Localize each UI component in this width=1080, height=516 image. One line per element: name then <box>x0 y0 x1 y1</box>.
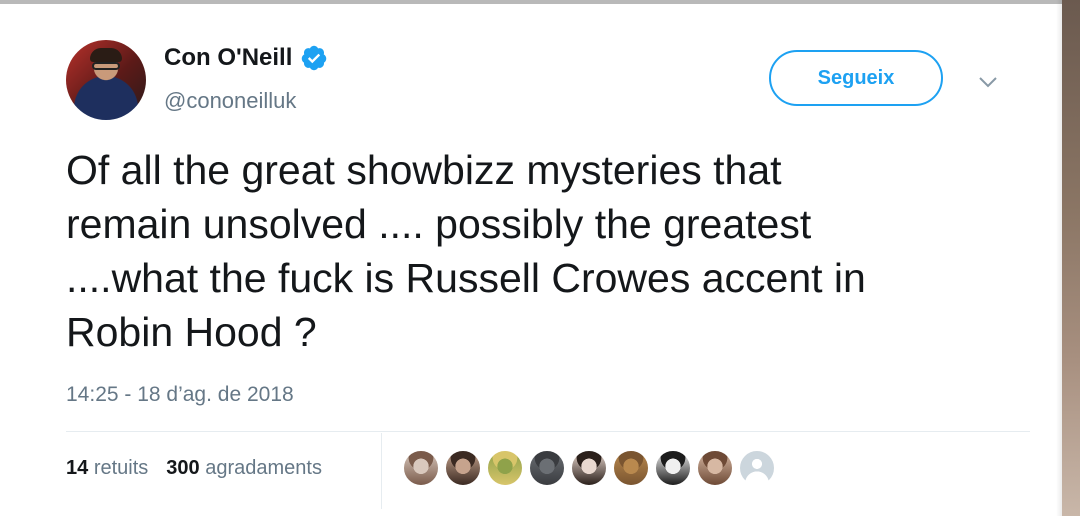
stats-vertical-divider <box>381 433 382 509</box>
liker-avatars <box>402 449 776 487</box>
retweets-label: retuits <box>93 457 149 479</box>
retweets-count: 14 <box>66 457 89 479</box>
follow-button[interactable]: Segueix <box>769 50 943 106</box>
liker-avatar-4[interactable] <box>528 449 566 487</box>
tweet-timestamp[interactable]: 14:25 - 18 d’ag. de 2018 <box>66 383 294 407</box>
likes-label: agradaments <box>205 457 322 479</box>
chevron-down-icon[interactable] <box>976 70 1000 94</box>
liker-avatar-1[interactable] <box>402 449 440 487</box>
avatar-glasses <box>92 62 120 70</box>
verified-badge-icon <box>302 45 327 71</box>
profile-avatar[interactable] <box>66 40 146 120</box>
liker-avatar-9[interactable] <box>738 449 776 487</box>
tweet-stats: 14 retuits 300 agradaments <box>66 457 322 480</box>
liker-avatar-8[interactable] <box>696 449 734 487</box>
user-handle[interactable]: @cononeilluk <box>164 88 296 114</box>
retweets-stat[interactable]: 14 retuits <box>66 457 148 480</box>
liker-avatar-6[interactable] <box>612 449 650 487</box>
avatar-hair <box>90 48 122 62</box>
display-name[interactable]: Con O'Neill <box>164 44 292 72</box>
liker-avatar-3[interactable] <box>486 449 524 487</box>
background-strip <box>1062 0 1080 516</box>
likes-stat[interactable]: 300 agradaments <box>166 457 322 480</box>
tweet-text: Of all the great showbizz mysteries that… <box>66 147 866 355</box>
likes-count: 300 <box>166 457 200 479</box>
liker-avatar-2[interactable] <box>444 449 482 487</box>
liker-avatar-5[interactable] <box>570 449 608 487</box>
author-name-row[interactable]: Con O'Neill <box>164 42 328 74</box>
stats-divider <box>66 431 1030 432</box>
tweet-screenshot: Con O'Neill @cononeilluk Segueix Of all … <box>0 0 1080 516</box>
liker-avatar-7[interactable] <box>654 449 692 487</box>
top-border <box>0 0 1080 4</box>
